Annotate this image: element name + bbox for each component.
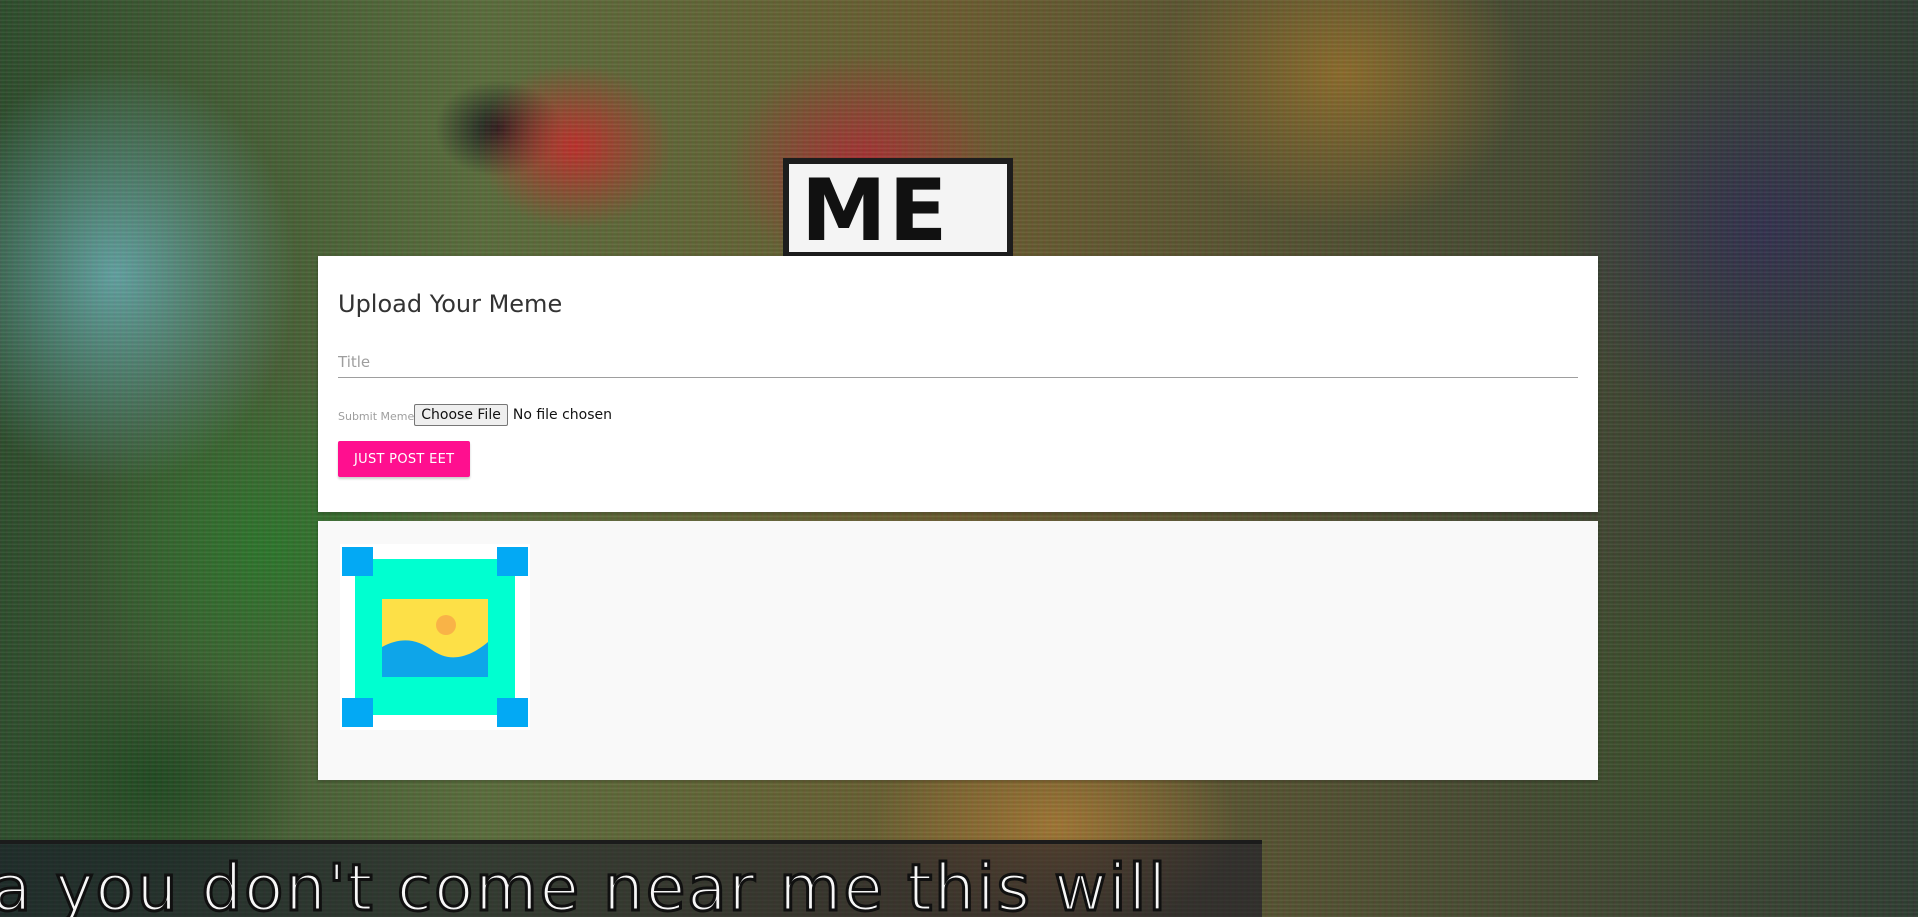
file-status-text: No file chosen <box>512 407 613 423</box>
upload-card: Upload Your Meme Submit Meme Choose File… <box>318 256 1598 512</box>
meme-gallery <box>318 521 1598 780</box>
upload-heading: Upload Your Meme <box>338 290 563 318</box>
submit-meme-button[interactable]: JUST POST EET <box>338 441 471 477</box>
image-placeholder-icon <box>342 547 528 727</box>
file-upload-label: Submit Meme <box>338 409 415 423</box>
title-input[interactable] <box>338 346 1578 378</box>
background-sign-text: ME <box>801 161 950 258</box>
background-subtitle-text: a you don't come near me this will <box>0 851 1168 917</box>
choose-file-button[interactable]: Choose File <box>414 404 508 426</box>
background-sign: ME <box>783 158 1013 258</box>
gallery-item[interactable] <box>340 544 530 730</box>
file-upload-row: Submit Meme Choose File No file chosen <box>338 404 612 426</box>
background-subtitle-band: a you don't come near me this will <box>0 840 1262 917</box>
